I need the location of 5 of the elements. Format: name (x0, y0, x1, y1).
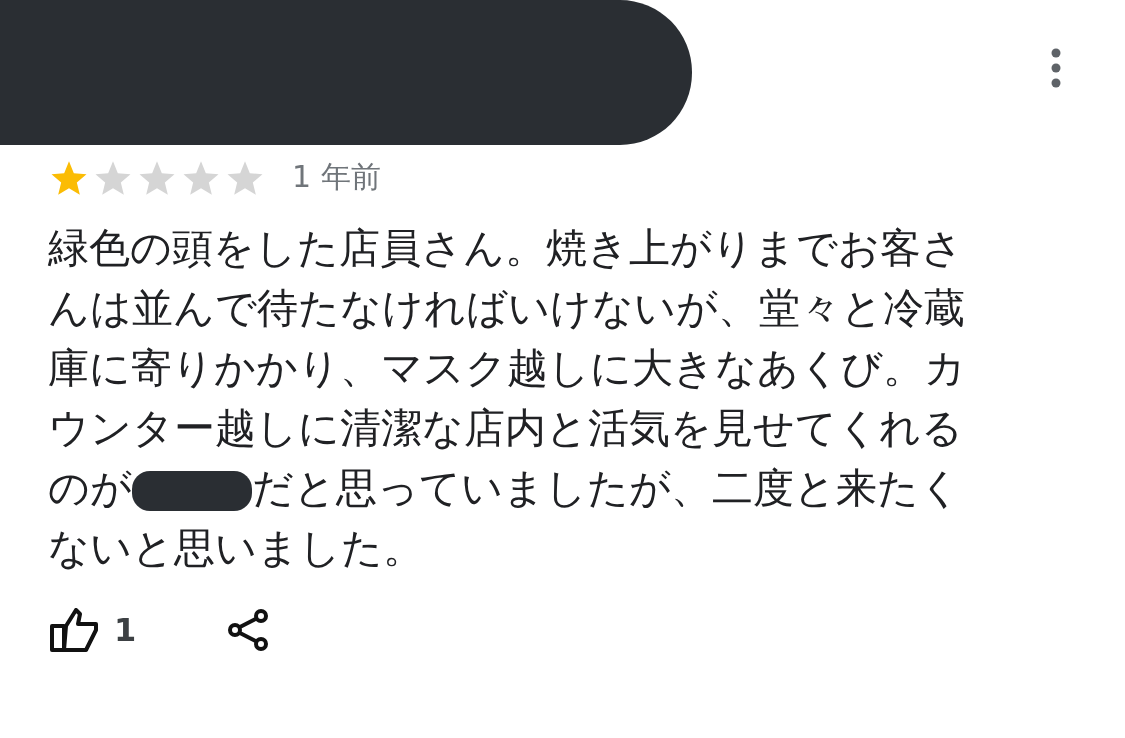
like-button[interactable]: 1 (50, 608, 137, 652)
more-options-icon[interactable] (1049, 48, 1063, 88)
review-time: 1 年前 (292, 158, 381, 196)
review-text: 緑色の頭をした店員さん。焼き上がりまでお客さんは並んで待たなければいけないが、堂々と冷蔵庫に寄りかかり、マスク越しに大きなあくび。カウンター越しに清潔な店内と活気を見せてくれるのが だと思っていましたが、二度と来たくないと思いました。 (48, 223, 967, 574)
share-icon[interactable] (226, 608, 271, 652)
